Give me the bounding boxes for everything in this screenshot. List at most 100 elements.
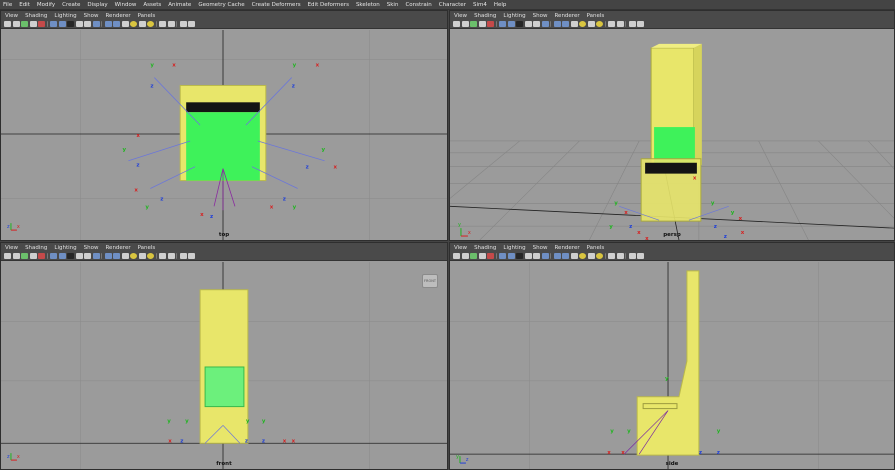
toolbar-tool-icon[interactable] bbox=[188, 253, 195, 259]
toolbar-tool-icon[interactable] bbox=[637, 21, 644, 27]
toolbar-tool-icon[interactable] bbox=[453, 21, 460, 27]
panel-menu-shading[interactable]: Shading bbox=[25, 13, 47, 19]
toolbar-tool-icon[interactable] bbox=[533, 253, 540, 259]
toolbar-tool-icon[interactable] bbox=[21, 253, 28, 259]
toolbar-tool-icon[interactable] bbox=[159, 21, 166, 27]
toolbar-tool-icon[interactable] bbox=[507, 21, 515, 27]
toolbar-tool-icon[interactable] bbox=[130, 21, 137, 27]
toolbar-tool-icon[interactable] bbox=[159, 253, 166, 259]
panel-menu-view[interactable]: View bbox=[454, 13, 467, 19]
toolbar-tool-icon[interactable] bbox=[579, 253, 586, 259]
panel-menu-lighting[interactable]: Lighting bbox=[54, 245, 76, 251]
panel-menu-panels[interactable]: Panels bbox=[587, 13, 605, 19]
panel-menu-view[interactable]: View bbox=[5, 13, 18, 19]
toolbar-tool-icon[interactable] bbox=[130, 253, 137, 259]
panel-menu-show[interactable]: Show bbox=[84, 13, 99, 19]
toolbar-tool-icon[interactable] bbox=[470, 253, 477, 259]
menu-skeleton[interactable]: Skeleton bbox=[356, 2, 380, 8]
toolbar-tool-icon[interactable] bbox=[628, 21, 636, 27]
toolbar-tool-icon[interactable] bbox=[50, 253, 57, 259]
toolbar-tool-icon[interactable] bbox=[84, 21, 91, 27]
panel-menu-lighting[interactable]: Lighting bbox=[54, 13, 76, 19]
panel-menu-renderer[interactable]: Renderer bbox=[554, 245, 579, 251]
toolbar-tool-icon[interactable] bbox=[533, 21, 540, 27]
toolbar-tool-icon[interactable] bbox=[179, 21, 187, 27]
toolbar-tool-icon[interactable] bbox=[524, 21, 532, 27]
menu-modify[interactable]: Modify bbox=[37, 2, 55, 8]
toolbar-tool-icon[interactable] bbox=[596, 253, 603, 259]
toolbar-tool-icon[interactable] bbox=[470, 21, 477, 27]
toolbar-tool-icon[interactable] bbox=[541, 21, 549, 27]
toolbar-tool-icon[interactable] bbox=[4, 21, 11, 27]
menu-skin[interactable]: Skin bbox=[387, 2, 399, 8]
toolbar-tool-icon[interactable] bbox=[553, 21, 561, 27]
toolbar-tool-icon[interactable] bbox=[587, 253, 595, 259]
toolbar-tool-icon[interactable] bbox=[507, 253, 515, 259]
panel-menu-view[interactable]: View bbox=[454, 245, 467, 251]
toolbar-tool-icon[interactable] bbox=[524, 253, 532, 259]
toolbar-tool-icon[interactable] bbox=[499, 253, 506, 259]
toolbar-tool-icon[interactable] bbox=[587, 21, 595, 27]
panel-menu-panels[interactable]: Panels bbox=[138, 245, 156, 251]
toolbar-tool-icon[interactable] bbox=[516, 253, 523, 259]
menu-help[interactable]: Help bbox=[494, 2, 507, 8]
toolbar-tool-icon[interactable] bbox=[616, 21, 624, 27]
panel-menu-renderer[interactable]: Renderer bbox=[105, 13, 130, 19]
toolbar-tool-icon[interactable] bbox=[12, 253, 20, 259]
menu-display[interactable]: Display bbox=[87, 2, 107, 8]
viewport-top[interactable]: xyz xyz xyz xyz xyz xyz xz xz top bbox=[1, 30, 447, 240]
viewport-front[interactable]: yy xz yy zz xx xz FRONT front bbox=[1, 262, 447, 469]
toolbar-tool-icon[interactable] bbox=[608, 21, 615, 27]
toolbar-tool-icon[interactable] bbox=[21, 21, 28, 27]
toolbar-tool-icon[interactable] bbox=[167, 21, 175, 27]
panel-menu-panels[interactable]: Panels bbox=[138, 13, 156, 19]
toolbar-tool-icon[interactable] bbox=[121, 21, 129, 27]
toolbar-tool-icon[interactable] bbox=[616, 253, 624, 259]
toolbar-tool-icon[interactable] bbox=[147, 21, 154, 27]
toolbar-tool-icon[interactable] bbox=[29, 21, 37, 27]
menu-geometry-cache[interactable]: Geometry Cache bbox=[198, 2, 244, 8]
toolbar-tool-icon[interactable] bbox=[58, 253, 66, 259]
panel-menu-view[interactable]: View bbox=[5, 245, 18, 251]
toolbar-tool-icon[interactable] bbox=[113, 253, 120, 259]
viewport-top-panel[interactable]: View Shading Lighting Show Renderer Panels bbox=[0, 10, 448, 241]
toolbar-tool-icon[interactable] bbox=[562, 253, 569, 259]
panel-menu-lighting[interactable]: Lighting bbox=[503, 245, 525, 251]
menu-constrain[interactable]: Constrain bbox=[405, 2, 431, 8]
panel-menu-panels[interactable]: Panels bbox=[587, 245, 605, 251]
toolbar-tool-icon[interactable] bbox=[67, 21, 74, 27]
menu-animate[interactable]: Animate bbox=[168, 2, 191, 8]
toolbar-tool-icon[interactable] bbox=[104, 253, 112, 259]
toolbar-tool-icon[interactable] bbox=[461, 21, 469, 27]
toolbar-tool-icon[interactable] bbox=[570, 21, 578, 27]
toolbar-tool-icon[interactable] bbox=[516, 21, 523, 27]
toolbar-tool-icon[interactable] bbox=[92, 253, 100, 259]
toolbar-tool-icon[interactable] bbox=[38, 21, 45, 27]
toolbar-tool-icon[interactable] bbox=[167, 253, 175, 259]
menu-edit[interactable]: Edit bbox=[19, 2, 30, 8]
panel-menu-shading[interactable]: Shading bbox=[25, 245, 47, 251]
toolbar-tool-icon[interactable] bbox=[121, 253, 129, 259]
toolbar-tool-icon[interactable] bbox=[58, 21, 66, 27]
viewport-persp-panel[interactable]: View Shading Lighting Show Renderer Panels bbox=[449, 10, 895, 241]
toolbar-tool-icon[interactable] bbox=[487, 253, 494, 259]
toolbar-tool-icon[interactable] bbox=[562, 21, 569, 27]
toolbar-tool-icon[interactable] bbox=[541, 253, 549, 259]
toolbar-tool-icon[interactable] bbox=[478, 21, 486, 27]
toolbar-tool-icon[interactable] bbox=[138, 253, 146, 259]
panel-menu-show[interactable]: Show bbox=[533, 13, 548, 19]
menu-create[interactable]: Create bbox=[62, 2, 80, 8]
toolbar-tool-icon[interactable] bbox=[12, 21, 20, 27]
toolbar-tool-icon[interactable] bbox=[499, 21, 506, 27]
menu-assets[interactable]: Assets bbox=[143, 2, 161, 8]
toolbar-tool-icon[interactable] bbox=[570, 253, 578, 259]
toolbar-tool-icon[interactable] bbox=[75, 253, 83, 259]
toolbar-tool-icon[interactable] bbox=[637, 253, 644, 259]
toolbar-tool-icon[interactable] bbox=[4, 253, 11, 259]
toolbar-tool-icon[interactable] bbox=[104, 21, 112, 27]
toolbar-tool-icon[interactable] bbox=[553, 253, 561, 259]
toolbar-tool-icon[interactable] bbox=[75, 21, 83, 27]
toolbar-tool-icon[interactable] bbox=[50, 21, 57, 27]
view-cube[interactable]: FRONT bbox=[422, 274, 438, 288]
panel-menu-show[interactable]: Show bbox=[533, 245, 548, 251]
